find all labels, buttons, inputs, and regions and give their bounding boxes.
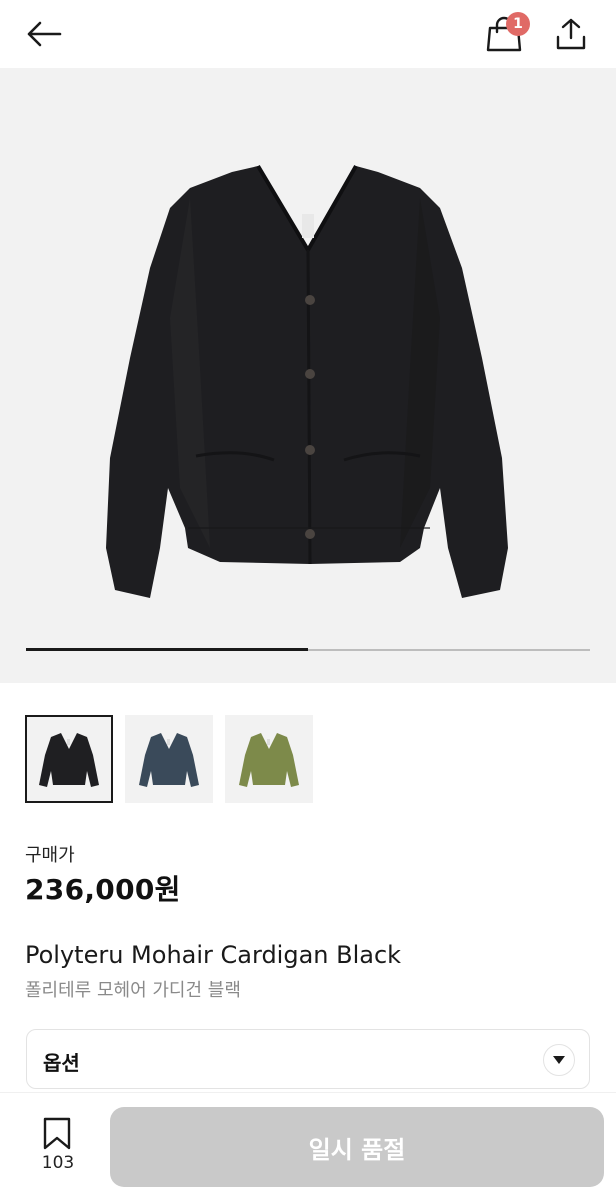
product-name-en: Polyteru Mohair Cardigan Black [25,941,402,969]
arrow-left-icon [27,21,62,47]
back-button[interactable] [22,14,66,54]
price-label: 구매가 [25,845,75,866]
top-bar: 1 [0,0,616,68]
product-image-gallery[interactable] [0,68,616,683]
thumbnail-olive[interactable] [225,715,313,803]
bookmark-icon [43,1117,71,1150]
thumbnail-image-olive [239,733,299,787]
bottom-action-bar: 103 일시 품절 [0,1092,616,1200]
thumbnail-image-black [39,733,99,787]
thumbnail-black[interactable] [25,715,113,803]
cart-button[interactable]: 1 [482,10,530,58]
share-button[interactable] [548,10,594,58]
thumbnail-blue[interactable] [125,715,213,803]
product-image-cardigan [106,164,508,598]
sold-out-button[interactable]: 일시 품절 [110,1107,604,1187]
product-name-ko: 폴리테루 모헤어 가디건 블랙 [25,980,241,1001]
option-label: 옵션 [43,1051,80,1075]
share-upload-icon [556,18,586,50]
cart-badge: 1 [506,12,530,36]
gallery-progress [26,648,590,651]
caret-down-icon [543,1044,575,1076]
bookmark-count: 103 [41,1153,75,1173]
thumbnail-image-blue [139,733,199,787]
option-select[interactable]: 옵션 [26,1029,590,1089]
gallery-progress-fill [26,648,308,651]
bookmark-button[interactable]: 103 [30,1115,86,1175]
thumbnail-strip [25,715,325,805]
price-value: 236,000원 [25,873,181,906]
